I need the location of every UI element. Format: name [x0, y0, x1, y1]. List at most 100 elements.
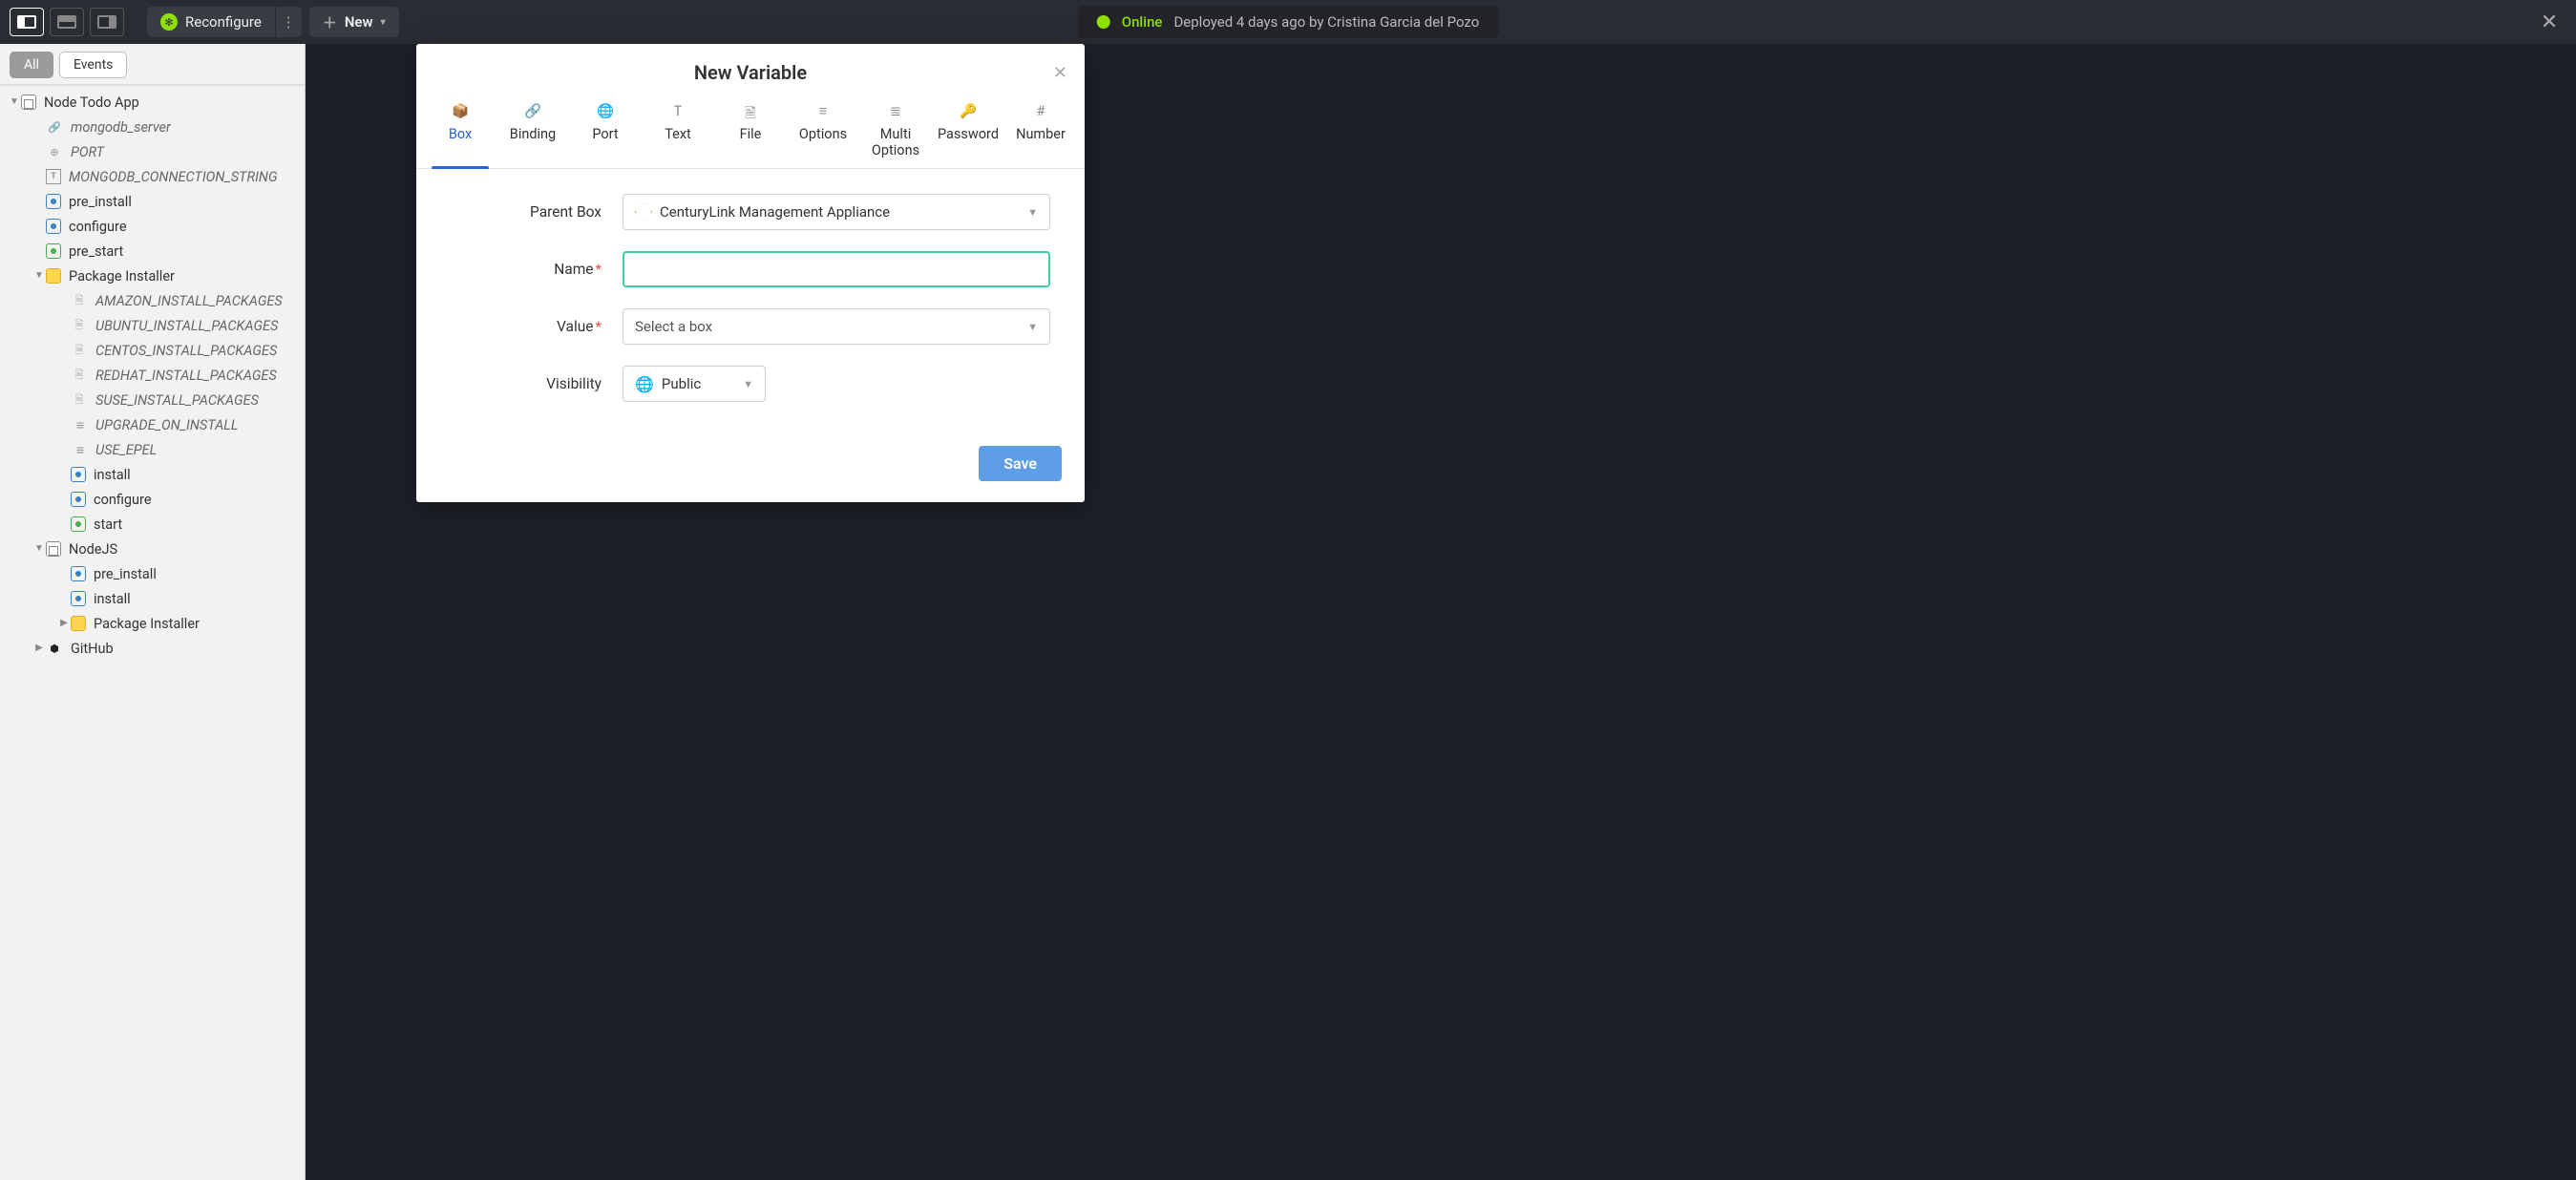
app-box-icon	[46, 541, 61, 557]
port-icon: 🌐	[573, 103, 638, 120]
type-tab-box[interactable]: 📦Box	[424, 95, 496, 168]
tree-item-label: pre_start	[69, 243, 123, 260]
tree-item-label: configure	[94, 492, 152, 508]
reconfigure-button[interactable]: ✻ Reconfigure	[147, 7, 275, 37]
tree-item-label: PORT	[71, 144, 104, 160]
type-tab-label: File	[740, 126, 762, 142]
sidebar: All Events ▼Node Todo App▼🔗mongodb_serve…	[0, 44, 306, 1180]
port-icon: ⊕	[46, 143, 63, 160]
file-icon: 🗎	[71, 367, 88, 384]
tree-item[interactable]: ▼pre_install	[0, 189, 305, 214]
tree-item-label: REDHAT_INSTALL_PACKAGES	[95, 368, 277, 384]
script-icon	[71, 566, 86, 581]
box-hex-icon	[635, 203, 652, 221]
type-tab-port[interactable]: 🌐 Port	[569, 95, 642, 168]
parent-box-select[interactable]: CenturyLink Management Appliance ▼	[623, 194, 1050, 230]
tree-item[interactable]: ▼🗎UBUNTU_INSTALL_PACKAGES	[0, 313, 305, 338]
tree-item[interactable]: ▼pre_start	[0, 239, 305, 263]
name-input[interactable]	[623, 251, 1050, 287]
tree-item[interactable]: ▼configure	[0, 214, 305, 239]
type-tab-multi-options[interactable]: ≣Multi Options	[859, 95, 932, 168]
sidebar-tab-events[interactable]: Events	[59, 52, 127, 78]
layout-right-button[interactable]	[90, 8, 124, 36]
caret-right-icon[interactable]: ▶	[32, 643, 46, 653]
tree-item-label: Package Installer	[94, 616, 200, 632]
sidebar-tab-all[interactable]: All	[10, 52, 53, 78]
tree-item[interactable]: ▼≡UPGRADE_ON_INSTALL	[0, 412, 305, 437]
type-tab-password[interactable]: 🔑Password	[932, 95, 1004, 168]
deploy-info-text: Deployed 4 days ago by Cristina Garcia d…	[1173, 13, 1479, 31]
new-button[interactable]: ＋ New ▾	[309, 7, 399, 37]
type-tab-text[interactable]: TText	[642, 95, 714, 168]
caret-down-icon[interactable]: ▼	[32, 543, 46, 554]
variable-type-tabs: 📦Box🔗Binding🌐 Port TText🗎 File ≡Options≣Mult…	[416, 92, 1085, 169]
script-icon	[71, 591, 86, 606]
chevron-down-icon: ▼	[743, 378, 753, 390]
tree-item[interactable]: ▼NodeJS	[0, 537, 305, 561]
tree-item-label: AMAZON_INSTALL_PACKAGES	[95, 293, 283, 309]
file-icon: 🗎	[718, 103, 783, 120]
tree-item[interactable]: ▼TMONGODB_CONNECTION_STRING	[0, 164, 305, 189]
caret-down-icon[interactable]: ▼	[8, 96, 21, 107]
parent-box-label: Parent Box	[451, 203, 623, 221]
chevron-down-icon: ▾	[381, 17, 386, 28]
tree-item[interactable]: ▼ Package Installer	[0, 263, 305, 288]
options-icon: ≡	[71, 416, 88, 433]
tree-item-label: mongodb_server	[71, 119, 171, 136]
chevron-down-icon: ▼	[1027, 206, 1038, 219]
package-icon	[71, 616, 86, 631]
type-tab-options[interactable]: ≡Options	[787, 95, 859, 168]
link-icon: 🔗	[46, 118, 63, 136]
box-icon: 📦	[428, 103, 493, 120]
save-button[interactable]: Save	[979, 446, 1062, 481]
tree-item[interactable]: ▼install	[0, 462, 305, 487]
tree-item-label: SUSE_INSTALL_PACKAGES	[95, 392, 259, 409]
editor-content-area: New Variable ✕ 📦Box🔗Binding🌐PortTText🗎Fi…	[306, 44, 2576, 1180]
close-icon: ✕	[1053, 63, 1067, 83]
tree-item[interactable]: ▼pre_install	[0, 561, 305, 586]
visibility-label: Visibility	[451, 375, 623, 392]
file-icon: 🗎	[71, 391, 88, 409]
value-select[interactable]: Select a box ▼	[623, 308, 1050, 345]
tree-item[interactable]: ▼Node Todo App	[0, 90, 305, 115]
tree-item[interactable]: ▶ Package Installer	[0, 611, 305, 636]
type-tab-label: Port	[592, 126, 618, 142]
value-placeholder: Select a box	[635, 318, 712, 335]
tree-item-label: GitHub	[71, 641, 114, 657]
tree-item[interactable]: ▼⊕PORT	[0, 139, 305, 164]
caret-down-icon[interactable]: ▼	[32, 270, 46, 281]
reconfigure-more-button[interactable]: ⋮	[275, 7, 302, 37]
tree-item[interactable]: ▼start	[0, 512, 305, 537]
modal-close-button[interactable]: ✕	[1053, 63, 1067, 83]
top-toolbar: ✻ Reconfigure ⋮ ＋ New ▾ Online Deployed …	[0, 0, 2576, 44]
tree-item[interactable]: ▶⬢GitHub	[0, 636, 305, 661]
type-tab-number[interactable]: #Number	[1004, 95, 1077, 168]
plus-icon: ＋	[323, 12, 337, 32]
type-tab-label: Multi Options	[872, 126, 919, 158]
tree-item[interactable]: ▼🗎REDHAT_INSTALL_PACKAGES	[0, 363, 305, 388]
type-tab-file[interactable]: 🗎 File	[714, 95, 787, 168]
value-label: Value*	[451, 318, 623, 335]
script-icon	[46, 194, 61, 209]
tree-item[interactable]: ▼🗎AMAZON_INSTALL_PACKAGES	[0, 288, 305, 313]
chevron-down-icon: ▼	[1027, 321, 1038, 333]
visibility-select[interactable]: 🌐 Public ▼	[623, 366, 766, 402]
tree-item[interactable]: ▼≡USE_EPEL	[0, 437, 305, 462]
layout-top-button[interactable]	[50, 8, 84, 36]
tree-item[interactable]: ▼🔗mongodb_server	[0, 115, 305, 139]
tree-item-label: UPGRADE_ON_INSTALL	[95, 417, 238, 433]
tree-item[interactable]: ▼configure	[0, 487, 305, 512]
tree-item-label: Package Installer	[69, 268, 175, 284]
close-button[interactable]: ✕	[2538, 11, 2561, 34]
layout-left-button[interactable]	[10, 8, 44, 36]
tree-item[interactable]: ▼🗎CENTOS_INSTALL_PACKAGES	[0, 338, 305, 363]
app-box-icon	[21, 95, 36, 110]
tree-item-label: UBUNTU_INSTALL_PACKAGES	[95, 318, 278, 334]
tree-item[interactable]: ▼install	[0, 586, 305, 611]
options-icon: ≡	[71, 441, 88, 458]
tree-item[interactable]: ▼🗎SUSE_INSTALL_PACKAGES	[0, 388, 305, 412]
tree-item-label: pre_install	[94, 566, 157, 582]
type-tab-binding[interactable]: 🔗Binding	[496, 95, 569, 168]
caret-right-icon[interactable]: ▶	[57, 618, 71, 628]
tree-item-label: configure	[69, 219, 127, 235]
